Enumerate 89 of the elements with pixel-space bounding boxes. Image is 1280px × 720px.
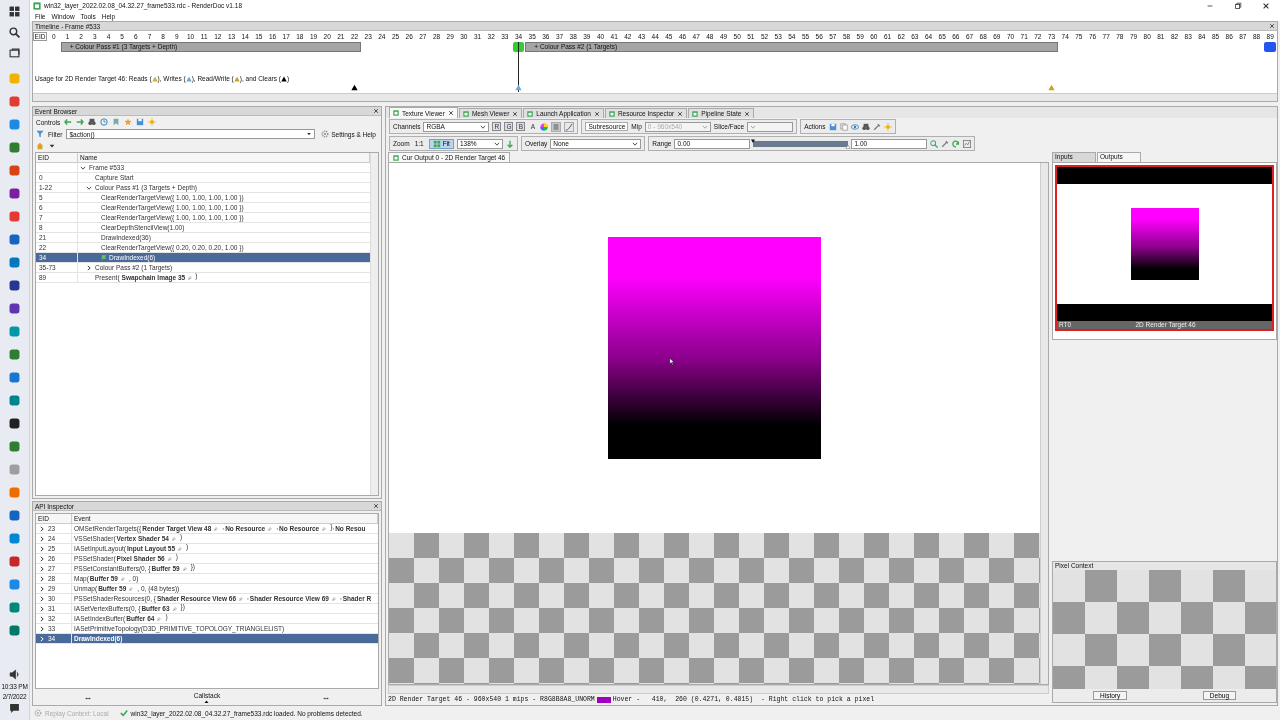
event-block[interactable] [512, 42, 525, 52]
lines-icon [552, 122, 561, 131]
list-toggle[interactable] [551, 121, 562, 132]
pointer-icon [669, 357, 676, 366]
high-range-handle[interactable] [845, 143, 852, 149]
chevron-down-icon [493, 140, 500, 147]
close-icon[interactable] [1269, 23, 1275, 29]
close-icon[interactable] [373, 503, 379, 509]
app-icon[interactable] [9, 188, 20, 199]
color-wheel-icon[interactable] [540, 122, 549, 131]
expand-arrow-icon[interactable] [203, 699, 211, 704]
grid-icon [432, 139, 441, 148]
chevron-icon[interactable] [39, 615, 45, 622]
close-icon[interactable] [373, 108, 379, 114]
copy-icon[interactable] [839, 122, 848, 131]
caret-icon[interactable] [48, 142, 56, 150]
scrollbar[interactable] [33, 93, 1277, 101]
gamma-toggle[interactable] [564, 121, 575, 132]
pipette-icon[interactable] [941, 139, 950, 148]
chevron-icon[interactable] [39, 555, 45, 562]
start-icon[interactable] [9, 6, 20, 17]
chevron-icon[interactable] [39, 605, 45, 612]
scrollbar[interactable] [370, 153, 378, 495]
save-icon[interactable] [136, 118, 145, 126]
back-arrow-icon[interactable] [64, 118, 73, 126]
restore-icon[interactable] [1234, 1, 1242, 10]
gear-icon [321, 130, 330, 138]
speaker-icon[interactable] [9, 669, 20, 680]
pipette-icon[interactable] [872, 122, 881, 131]
notification-icon[interactable] [9, 703, 20, 714]
chevron-icon[interactable] [39, 625, 45, 632]
caret-icon [306, 131, 313, 137]
usage-marker[interactable] [1048, 84, 1055, 91]
usage-marker[interactable] [515, 84, 522, 91]
binoculars-icon[interactable] [861, 122, 870, 131]
chevron-down-icon[interactable] [86, 184, 92, 191]
chevron-icon[interactable] [39, 535, 45, 542]
window-icon [608, 110, 615, 117]
chevron-down-icon [750, 123, 757, 130]
binoculars-icon[interactable] [88, 118, 97, 126]
chevron-down-icon [632, 140, 639, 147]
chevron-icon[interactable] [39, 565, 45, 572]
close-icon[interactable] [512, 110, 519, 117]
redo-icon[interactable] [952, 139, 961, 148]
chevron-icon[interactable] [39, 585, 45, 592]
app-icon[interactable] [9, 280, 20, 291]
home-icon[interactable] [36, 142, 44, 150]
close-icon[interactable] [744, 110, 751, 117]
gear-icon [34, 709, 42, 717]
check-icon [119, 709, 128, 717]
texture-preview[interactable] [608, 237, 821, 459]
app-icon[interactable] [9, 418, 20, 429]
close-icon[interactable] [593, 110, 600, 117]
scrollbar[interactable] [388, 685, 1049, 694]
chevron-right-icon[interactable] [86, 264, 92, 271]
chevron-down-icon[interactable] [80, 164, 86, 171]
close-icon[interactable] [677, 110, 684, 117]
scrollbar[interactable] [1040, 163, 1048, 684]
search-icon[interactable] [9, 27, 20, 38]
chevron-icon[interactable] [39, 525, 45, 532]
clock-icon[interactable] [100, 118, 109, 126]
slice-dropdown[interactable] [747, 121, 794, 132]
down-arrow-icon[interactable] [505, 139, 514, 148]
star-icon[interactable] [124, 118, 133, 126]
chevron-icon[interactable] [39, 595, 45, 602]
eye-icon[interactable] [850, 122, 859, 131]
window-icon [393, 110, 399, 116]
chevron-down-icon [701, 123, 708, 130]
close-icon[interactable] [1262, 1, 1270, 10]
app-icon[interactable] [9, 303, 20, 314]
chevron-icon[interactable] [39, 545, 45, 552]
chevron-icon[interactable] [39, 575, 45, 582]
task-view-icon[interactable] [9, 48, 20, 59]
filter-icon [36, 130, 44, 138]
chevron-down-icon [480, 123, 487, 130]
window-icon [692, 110, 699, 117]
range-track[interactable] [753, 139, 849, 148]
low-range-handle[interactable] [750, 138, 757, 144]
bookmark-icon[interactable] [112, 118, 121, 126]
window-icon [462, 110, 469, 117]
window-icon [393, 154, 399, 161]
save-icon[interactable] [828, 122, 837, 131]
curve-icon [565, 122, 574, 131]
close-icon[interactable] [447, 110, 454, 116]
flag-icon [101, 254, 107, 261]
usage-marker[interactable] [351, 84, 358, 91]
forward-arrow-icon[interactable] [76, 118, 85, 126]
histogram-icon[interactable] [963, 139, 972, 148]
window-icon [527, 110, 534, 117]
